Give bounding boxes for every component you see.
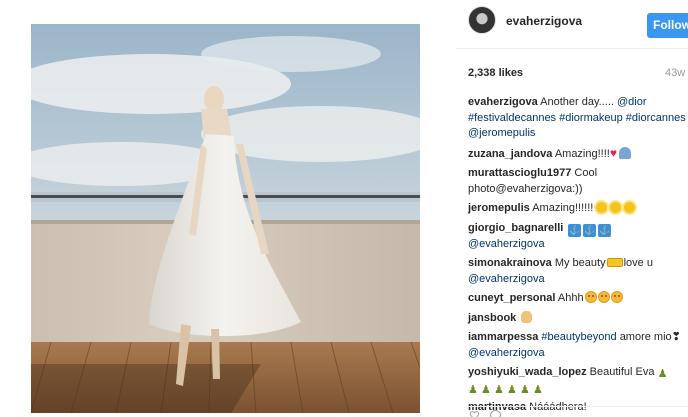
sun-emoji-icon: [596, 202, 608, 213]
post-photo[interactable]: [31, 24, 420, 413]
walking-emoji-icon: ♟: [494, 383, 504, 396]
comment-icon[interactable]: [490, 410, 501, 417]
comment-user[interactable]: evaherzigova: [468, 96, 538, 108]
comment-user[interactable]: zuzana_jandova: [468, 148, 552, 160]
comment-text: My beauty: [554, 257, 606, 269]
comment: cuneyt_personal Ahhh: [468, 291, 686, 307]
comment-user[interactable]: jeromepulis: [468, 202, 530, 214]
comment-text: Ahhh: [557, 292, 584, 304]
hand-emoji-icon: [521, 310, 533, 323]
comment-list: evaherzigova Another day..... @dior #fes…: [468, 95, 686, 417]
post-header: evaherzigova Follow: [468, 4, 688, 40]
walking-emoji-icon: ♟: [520, 383, 530, 396]
hashtag-link[interactable]: #festivaldecannes: [468, 112, 556, 124]
avatar[interactable]: [468, 6, 496, 34]
comment-user[interactable]: giorgio_bagnarelli: [468, 222, 563, 234]
ticket-emoji-icon: [606, 258, 623, 267]
post-image: [31, 24, 420, 413]
comment: simonakrainova My beauty love u @evaherzi…: [468, 256, 686, 287]
action-bar: [468, 406, 688, 417]
comment: giorgio_bagnarelli ⚓ ⚓ ⚓ @evaherzigova: [468, 221, 686, 253]
comment-caption: evaherzigova Another day..... @dior #fes…: [468, 95, 686, 142]
comment: zuzana_jandova Amazing!!!!♥: [468, 146, 686, 163]
sun-emoji-icon: [610, 202, 622, 213]
mention-link[interactable]: @evaherzigova: [468, 347, 545, 359]
likes-count[interactable]: 2,338 likes: [468, 67, 523, 79]
post-sidebar: evaherzigova Follow 2,338 likes 43w evah…: [456, 0, 688, 417]
heart-eyes-emoji-icon: [584, 291, 597, 303]
walking-emoji-icon: ♟: [507, 383, 517, 396]
comment-text: Another day.....: [540, 96, 617, 108]
mention-link[interactable]: @evaherzigova: [468, 238, 545, 250]
anchor-emoji-icon: ⚓: [598, 223, 612, 237]
hashtag-link[interactable]: #beautybeyond: [541, 331, 616, 343]
post-age[interactable]: 43w: [665, 67, 685, 79]
comment: jansbook: [468, 310, 686, 327]
walking-emoji-icon: ♟: [481, 383, 491, 396]
sun-emoji-icon: [624, 202, 636, 213]
mention-link[interactable]: @evaherzigova: [468, 273, 545, 285]
mention-link[interactable]: @dior: [617, 96, 647, 108]
comment-text: amore mio❣: [619, 331, 681, 343]
comment-text: Amazing!!!!!!: [532, 202, 594, 214]
comment-user[interactable]: yoshiyuki_wada_lopez: [468, 366, 587, 378]
heart-icon[interactable]: [468, 410, 481, 417]
hashtag-link[interactable]: #diormakeup: [559, 112, 623, 124]
anchor-emoji-icon: ⚓: [583, 223, 597, 237]
comment-user[interactable]: simonakrainova: [468, 257, 552, 269]
post-username[interactable]: evaherzigova: [506, 14, 582, 28]
walking-emoji-icon: ♟: [533, 383, 543, 396]
person-emoji-icon: [618, 146, 631, 159]
comment-text: Beautiful Eva: [589, 366, 655, 378]
mention-link[interactable]: @jeromepulis: [468, 127, 535, 139]
heart-eyes-emoji-icon: [597, 291, 610, 303]
hashtag-link[interactable]: #diorcannes: [626, 112, 686, 124]
walking-emoji-icon: ♟: [468, 383, 478, 396]
follow-button[interactable]: Follow: [647, 13, 688, 38]
comment-user[interactable]: iammarpessa: [468, 331, 538, 343]
anchor-emoji-icon: ⚓: [568, 223, 582, 237]
comment: yoshiyuki_wada_lopez Beautiful Eva ♟ ♟ ♟ ♟…: [468, 365, 686, 396]
comment-text: Amazing!!!!: [554, 147, 610, 160]
heart-emoji-icon: ♥: [609, 145, 617, 160]
comment-user[interactable]: jansbook: [468, 312, 516, 324]
comment-user[interactable]: cuneyt_personal: [468, 292, 555, 304]
comment: murattascioglu1977 Cool photo@evaherzigo…: [468, 166, 686, 197]
person-emoji-icon: ♟: [657, 368, 668, 380]
comment: jeromepulis Amazing!!!!!!: [468, 201, 686, 217]
comment-user[interactable]: murattascioglu1977: [468, 167, 571, 179]
header-divider: [456, 48, 688, 49]
heart-eyes-emoji-icon: [610, 291, 623, 303]
comment-text: love u: [623, 257, 653, 269]
comment: iammarpessa #beautybeyond amore mio❣ @ev…: [468, 330, 686, 361]
